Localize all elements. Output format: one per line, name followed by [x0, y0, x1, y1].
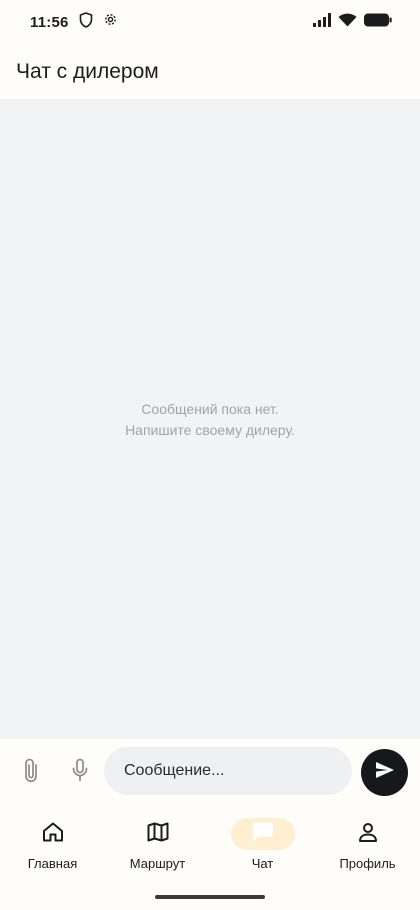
message-input[interactable] — [104, 747, 352, 795]
settings-gear-icon — [103, 12, 118, 32]
status-left: 11:56 — [30, 11, 118, 33]
shield-icon — [79, 11, 93, 33]
page-title: Чат с дилером — [16, 59, 159, 83]
map-icon — [147, 822, 169, 847]
nav-active-pill — [230, 818, 295, 850]
profile-icon — [358, 822, 378, 847]
microphone-button[interactable] — [66, 757, 94, 787]
home-icon — [42, 822, 64, 847]
send-button[interactable] — [361, 749, 408, 796]
status-bar: 11:56 — [0, 0, 420, 44]
attach-button[interactable] — [16, 757, 46, 787]
status-time: 11:56 — [30, 13, 69, 31]
nav-label-chat: Чат — [251, 856, 274, 871]
status-right — [313, 12, 392, 32]
message-composer — [0, 739, 420, 805]
nav-item-chat[interactable]: Чат — [210, 805, 315, 885]
nav-label-route: Маршрут — [129, 856, 186, 871]
empty-state: Сообщений пока нет. Напишите своему диле… — [0, 399, 420, 441]
chat-screen: 11:56 Чат с дилером Сообщений пока нет. … — [0, 0, 420, 910]
nav-icon-wrap — [126, 818, 190, 850]
microphone-icon — [71, 758, 89, 787]
empty-state-line-1: Сообщений пока нет. — [141, 401, 279, 417]
app-header: Чат с дилером — [0, 44, 420, 99]
nav-icon-wrap — [336, 818, 400, 850]
empty-state-line-2: Напишите своему дилеру. — [125, 422, 295, 438]
paperclip-icon — [23, 757, 39, 788]
chat-icon — [252, 822, 274, 847]
bottom-nav: Главная Маршрут Чат Профиль — [0, 805, 420, 885]
battery-icon — [364, 13, 392, 32]
nav-label-profile: Профиль — [339, 856, 396, 871]
wifi-icon — [338, 13, 357, 32]
nav-item-home[interactable]: Главная — [0, 805, 105, 885]
home-indicator[interactable] — [155, 895, 265, 899]
nav-label-home: Главная — [27, 856, 78, 871]
signal-icon — [313, 12, 331, 32]
nav-item-route[interactable]: Маршрут — [105, 805, 210, 885]
send-icon — [375, 761, 395, 784]
messages-area[interactable]: Сообщений пока нет. Напишите своему диле… — [0, 99, 420, 739]
nav-item-profile[interactable]: Профиль — [315, 805, 420, 885]
nav-icon-wrap — [21, 818, 85, 850]
